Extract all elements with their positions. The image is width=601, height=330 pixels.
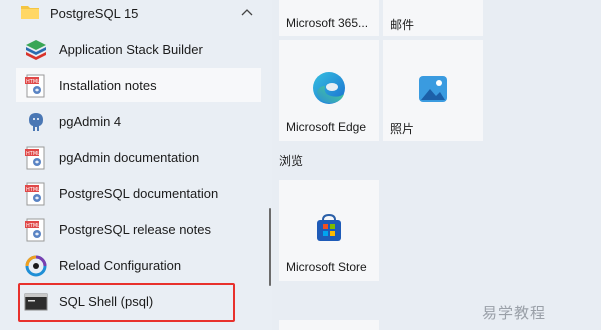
tile-label: 邮件	[390, 18, 415, 32]
photos-icon	[419, 76, 447, 102]
edge-icon	[313, 72, 345, 104]
watermark: 易学教程	[482, 305, 547, 322]
tile-partial[interactable]	[279, 320, 379, 330]
tile-label: Microsoft Edge	[286, 120, 367, 134]
tile-label: Microsoft Store	[286, 260, 367, 274]
chevron-up-icon[interactable]	[238, 6, 256, 20]
app-item-postgresql-documentation[interactable]: HTML PostgreSQL documentation	[16, 176, 261, 210]
pgadmin-elephant-icon	[29, 113, 43, 131]
app-item-label: PostgreSQL documentation	[59, 186, 219, 201]
svg-text:HTML: HTML	[26, 151, 40, 157]
svg-text:HTML: HTML	[26, 79, 40, 85]
svg-text:HTML: HTML	[26, 223, 40, 229]
reload-icon	[25, 255, 47, 277]
pinned-tiles: Microsoft 365... 邮件 Microsoft Edge 照片 浏览…	[272, 0, 601, 330]
tile-label: Microsoft 365...	[286, 16, 369, 30]
html-document-icon: HTML	[25, 146, 45, 170]
folder-icon	[21, 6, 39, 19]
stack-builder-icon	[26, 40, 46, 60]
app-item-label: Installation notes	[59, 78, 157, 93]
app-item-label: pgAdmin documentation	[59, 150, 200, 165]
html-document-icon: HTML	[25, 182, 45, 206]
tile-microsoft-365[interactable]: Microsoft 365...	[279, 0, 379, 36]
tile-microsoft-edge[interactable]: Microsoft Edge	[279, 40, 379, 141]
html-document-icon: HTML	[25, 74, 45, 98]
tile-label: 照片	[390, 122, 415, 136]
app-item-label: Reload Configuration	[59, 258, 182, 273]
app-item-pgadmin4[interactable]: pgAdmin 4	[16, 104, 261, 138]
app-item-installation-notes[interactable]: HTML Installation notes	[16, 68, 261, 102]
scrollbar[interactable]	[269, 208, 271, 286]
app-list: PostgreSQL 15 Application Stack Builder …	[0, 0, 272, 330]
app-item-label: pgAdmin 4	[59, 114, 122, 129]
svg-text:HTML: HTML	[26, 187, 40, 193]
app-item-postgresql-release-notes[interactable]: HTML PostgreSQL release notes	[16, 212, 261, 246]
app-item-reload-configuration[interactable]: Reload Configuration	[16, 248, 261, 282]
app-item-pgadmin-documentation[interactable]: HTML pgAdmin documentation	[16, 140, 261, 174]
tile-photos[interactable]: 照片	[383, 40, 483, 141]
html-document-icon: HTML	[25, 218, 45, 242]
highlight-box	[18, 283, 235, 322]
section-label-browse: 浏览	[279, 154, 304, 168]
app-item-label: PostgreSQL release notes	[59, 222, 211, 237]
tile-mail[interactable]: 邮件	[383, 0, 483, 36]
group-label: PostgreSQL 15	[50, 6, 139, 21]
store-icon	[317, 213, 341, 241]
group-header-postgresql[interactable]: PostgreSQL 15	[0, 0, 272, 30]
tile-microsoft-store[interactable]: Microsoft Store	[279, 180, 379, 281]
app-item-stack-builder[interactable]: Application Stack Builder	[16, 32, 261, 66]
app-item-label: Application Stack Builder	[59, 42, 203, 57]
